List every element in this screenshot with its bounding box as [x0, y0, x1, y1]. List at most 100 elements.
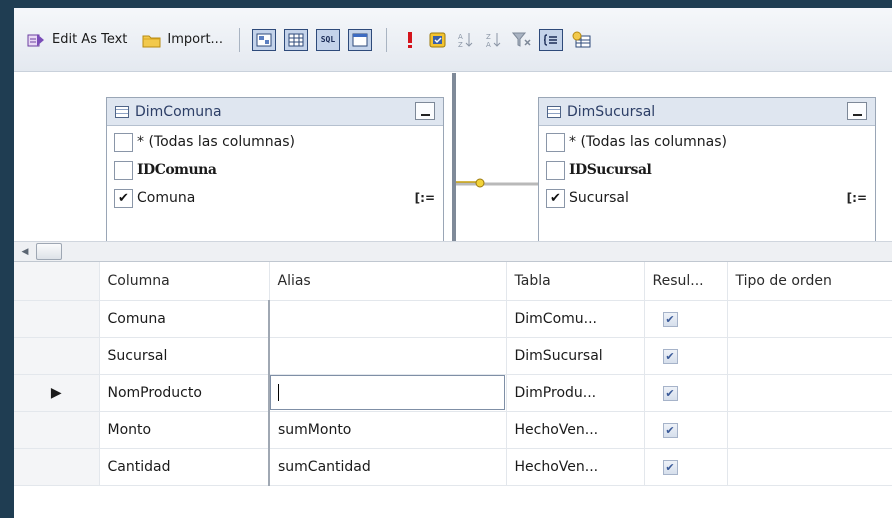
diagram-pane-toggle[interactable]: [251, 28, 276, 51]
current-row-arrow-icon: ▶: [50, 384, 62, 401]
edit-as-text-label: Edit As Text: [52, 32, 128, 47]
table-box-title[interactable]: DimSucursal: [539, 98, 875, 126]
diagram-horizontal-scrollbar[interactable]: ◀: [14, 241, 892, 262]
output-checkbox[interactable]: ✔: [662, 459, 678, 475]
cell-tabla[interactable]: DimComu...: [506, 300, 645, 338]
minimize-button[interactable]: [847, 102, 867, 120]
table-row[interactable]: Comuna DimComu... ✔: [14, 300, 892, 338]
column-checkbox[interactable]: [114, 160, 133, 180]
add-table-icon[interactable]: [571, 30, 593, 50]
column-label: * (Todas las columnas): [137, 134, 295, 150]
table-row[interactable]: Cantidad sumCantidad HechoVen... ✔: [14, 448, 892, 486]
row-selector-current[interactable]: ▶: [14, 374, 100, 412]
folder-icon: [141, 30, 163, 50]
cell-alias[interactable]: [268, 337, 507, 375]
svg-text:Z: Z: [486, 33, 491, 41]
cell-columna[interactable]: Sucursal: [99, 337, 270, 375]
cell-sort-type[interactable]: [727, 337, 892, 375]
row-selector[interactable]: [14, 300, 100, 338]
svg-text:Z: Z: [458, 41, 463, 49]
edit-as-text-button[interactable]: Edit As Text: [22, 27, 131, 53]
column-header-resultado[interactable]: Resul...: [644, 262, 728, 301]
cell-tabla[interactable]: HechoVen...: [506, 411, 645, 449]
cell-sort-type[interactable]: [727, 411, 892, 449]
column-row-sucursal[interactable]: ✔ Sucursal [:=: [539, 184, 875, 212]
column-row-idsucursal[interactable]: IDSucursal: [539, 156, 875, 184]
sort-descending-icon[interactable]: ZA: [483, 30, 505, 50]
import-button[interactable]: Import...: [137, 27, 227, 53]
row-selector[interactable]: [14, 337, 100, 375]
text-caret: [278, 384, 279, 401]
table-row-current[interactable]: ▶ NomProducto DimProdu... ✔: [14, 374, 892, 412]
table-row[interactable]: Monto sumMonto HechoVen... ✔: [14, 411, 892, 449]
column-checkbox[interactable]: [546, 160, 565, 180]
column-header-tipo-orden[interactable]: Tipo de orden: [727, 262, 892, 301]
output-checkbox[interactable]: ✔: [662, 348, 678, 364]
column-checkbox[interactable]: [114, 132, 133, 152]
results-pane-toggle[interactable]: [347, 28, 372, 51]
row-selector[interactable]: [14, 448, 100, 486]
group-by-icon: [:=: [414, 191, 435, 205]
criteria-pane-toggle[interactable]: [283, 28, 308, 51]
cell-tabla[interactable]: DimSucursal: [506, 337, 645, 375]
edit-text-icon: [26, 30, 48, 50]
column-header-columna[interactable]: Columna: [99, 262, 270, 301]
cell-alias-editing[interactable]: [268, 374, 507, 412]
cell-output[interactable]: ✔: [644, 337, 728, 375]
cell-sort-type[interactable]: [727, 448, 892, 486]
cell-output[interactable]: ✔: [644, 411, 728, 449]
results-icon: [352, 33, 368, 46]
output-checkbox[interactable]: ✔: [662, 385, 678, 401]
group-by-button[interactable]: [538, 28, 563, 51]
verify-sql-icon[interactable]: [427, 30, 449, 50]
column-header-alias[interactable]: Alias: [269, 262, 507, 301]
cell-output[interactable]: ✔: [644, 300, 728, 338]
cell-sort-type[interactable]: [727, 374, 892, 412]
column-label: Comuna: [137, 190, 196, 206]
column-checkbox-checked[interactable]: ✔: [114, 188, 133, 208]
column-label: IDComuna: [137, 162, 217, 178]
sort-ascending-icon[interactable]: AZ: [455, 30, 477, 50]
remove-filter-icon[interactable]: [511, 30, 533, 50]
join-key-icon: [456, 178, 538, 188]
sql-pane-toggle[interactable]: SQL: [315, 28, 340, 51]
grid-header-row: Columna Alias Tabla Resul... Tipo de ord…: [14, 262, 892, 301]
output-checkbox[interactable]: ✔: [662, 422, 678, 438]
cell-columna[interactable]: Comuna: [99, 300, 270, 338]
cell-columna[interactable]: Cantidad: [99, 448, 270, 486]
column-header-tabla[interactable]: Tabla: [506, 262, 645, 301]
column-row-idcomuna[interactable]: IDComuna: [107, 156, 443, 184]
table-box-title[interactable]: DimComuna: [107, 98, 443, 126]
cell-output[interactable]: ✔: [644, 448, 728, 486]
column-row-comuna[interactable]: ✔ Comuna [:=: [107, 184, 443, 212]
cell-tabla[interactable]: DimProdu...: [506, 374, 645, 412]
row-selector[interactable]: [14, 411, 100, 449]
diagram-icon: [256, 33, 272, 46]
table-box-dimsucursal[interactable]: DimSucursal * (Todas las columnas) IDSuc…: [538, 97, 876, 243]
cell-alias[interactable]: [268, 300, 507, 338]
column-checkbox[interactable]: [546, 132, 565, 152]
grid-icon: [288, 33, 304, 46]
toolbar-separator: [238, 27, 240, 52]
minimize-button[interactable]: [415, 102, 435, 120]
cell-alias[interactable]: sumMonto: [268, 411, 507, 449]
scroll-left-icon[interactable]: ◀: [14, 247, 36, 257]
sql-label: SQL: [320, 35, 336, 44]
cell-columna[interactable]: Monto: [99, 411, 270, 449]
cell-output[interactable]: ✔: [644, 374, 728, 412]
svg-text:A: A: [486, 41, 491, 49]
execute-sql-icon[interactable]: [399, 30, 421, 50]
column-row-all[interactable]: * (Todas las columnas): [107, 128, 443, 156]
scroll-thumb[interactable]: [36, 243, 62, 260]
group-by-icon: [:=: [846, 191, 867, 205]
column-checkbox-checked[interactable]: ✔: [546, 188, 565, 208]
table-row[interactable]: Sucursal DimSucursal ✔: [14, 337, 892, 375]
table-icon: [115, 105, 129, 118]
table-box-dimcomuna[interactable]: DimComuna * (Todas las columnas) IDComun…: [106, 97, 444, 243]
cell-sort-type[interactable]: [727, 300, 892, 338]
column-row-all[interactable]: * (Todas las columnas): [539, 128, 875, 156]
output-checkbox[interactable]: ✔: [662, 311, 678, 327]
cell-alias[interactable]: sumCantidad: [268, 448, 507, 486]
cell-tabla[interactable]: HechoVen...: [506, 448, 645, 486]
cell-columna[interactable]: NomProducto: [99, 374, 270, 412]
